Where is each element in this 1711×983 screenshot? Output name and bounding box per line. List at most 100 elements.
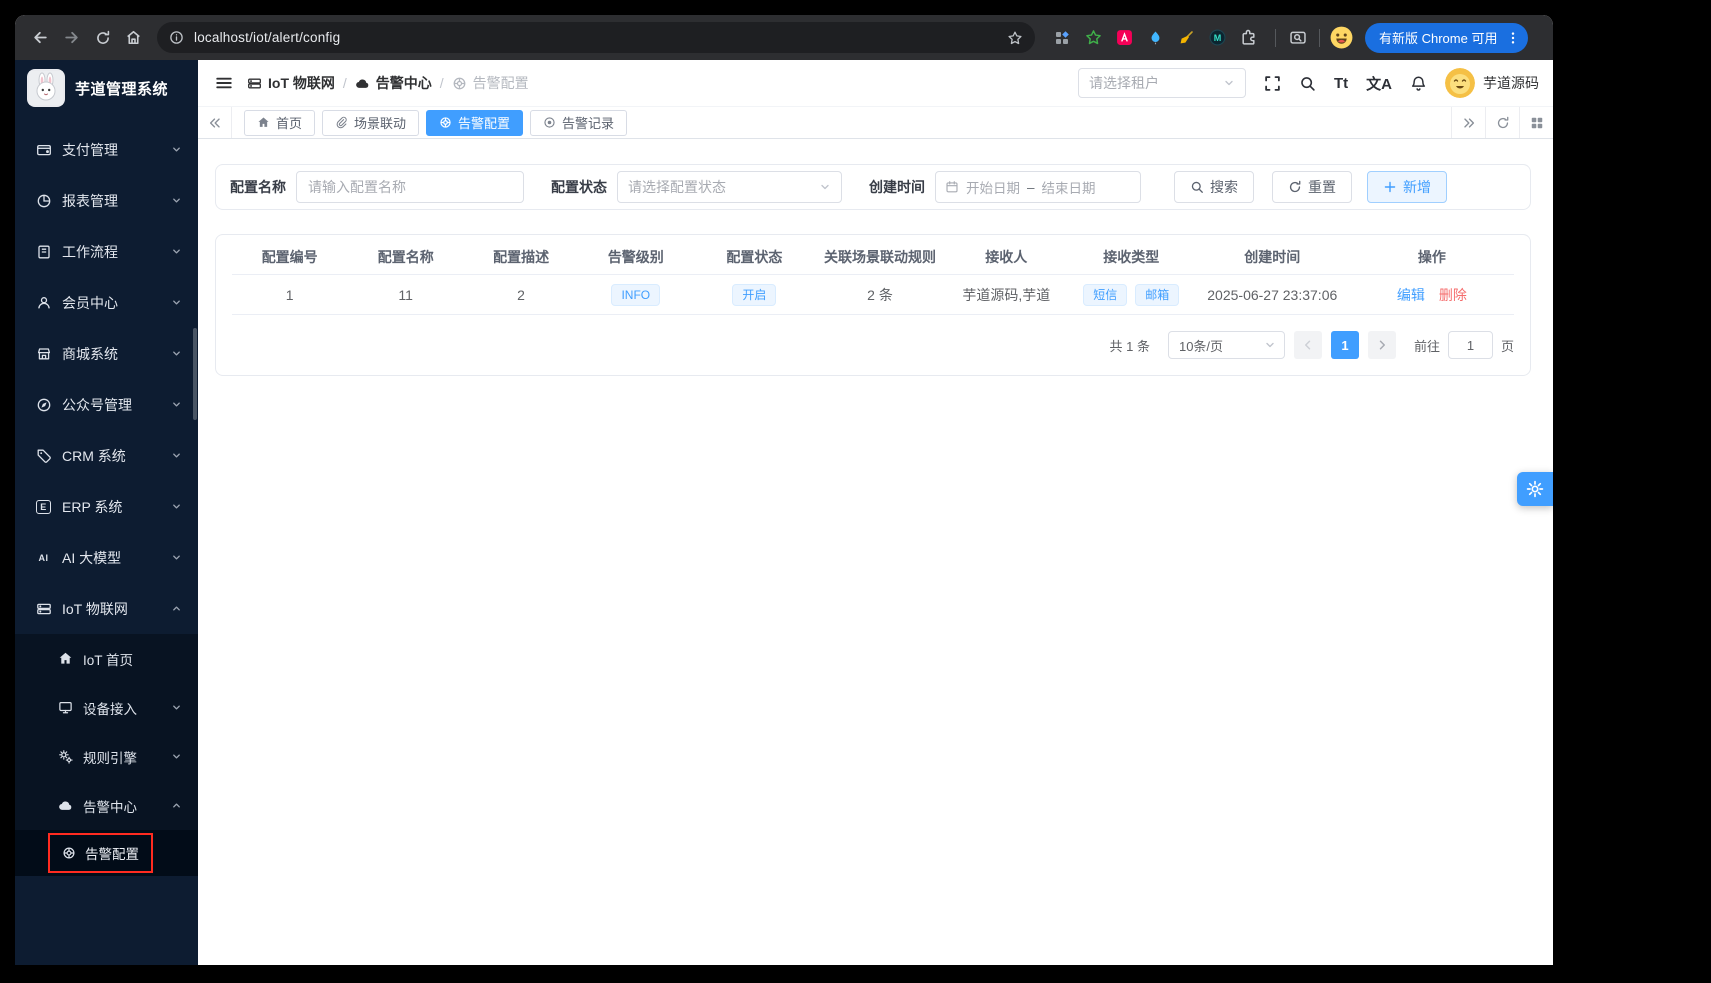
extensions-puzzle-icon[interactable] [1239, 29, 1257, 47]
url-text[interactable]: localhost/iot/alert/config [194, 30, 997, 45]
profile-avatar-icon[interactable] [1328, 24, 1355, 51]
chevron-down-icon [171, 195, 182, 206]
refresh-tab-icon[interactable] [1485, 107, 1519, 138]
sidebar-scrollbar[interactable] [193, 328, 197, 420]
collapse-menu-icon[interactable] [215, 74, 233, 92]
sidebar-item-erp[interactable]: E ERP 系统 [15, 481, 198, 532]
chevron-down-icon [171, 450, 182, 461]
tab-alert-config[interactable]: 告警配置 [426, 110, 523, 136]
edit-link[interactable]: 编辑 [1397, 285, 1425, 305]
config-name-input[interactable] [296, 171, 524, 203]
reset-button[interactable]: 重置 [1272, 171, 1352, 203]
back-icon[interactable] [27, 24, 54, 51]
app-title: 芋道管理系统 [75, 78, 168, 99]
sidebar-item-ai[interactable]: AI AI 大模型 [15, 532, 198, 583]
toolbar-divider [1275, 29, 1276, 47]
sidebar-item-report[interactable]: 报表管理 [15, 175, 198, 226]
sidebar-item-label: IoT 物联网 [62, 599, 161, 619]
extension-star-icon[interactable] [1084, 29, 1102, 47]
sidebar-item-iot-home[interactable]: IoT 首页 [15, 634, 198, 683]
erp-letter-icon: E [35, 500, 52, 514]
tab-scene-linkage[interactable]: 场景联动 [322, 110, 419, 136]
tab-label: 告警记录 [562, 113, 614, 132]
sidebar-item-official-account[interactable]: 公众号管理 [15, 379, 198, 430]
start-date-placeholder: 开始日期 [966, 177, 1020, 197]
app-frame: 芋道管理系统 支付管理 报表管理 工作流程 [15, 60, 1553, 965]
theme-settings-button[interactable] [1517, 472, 1553, 506]
cell-actions: 编辑 删除 [1350, 285, 1514, 305]
chrome-update-button[interactable]: 有新版 Chrome 可用 [1365, 23, 1528, 53]
layout-grid-icon[interactable] [1519, 107, 1553, 138]
extension-m-badge-icon[interactable]: M [1208, 29, 1226, 47]
server-icon [35, 601, 52, 617]
current-page-button[interactable]: 1 [1331, 331, 1359, 359]
sidebar-item-workflow[interactable]: 工作流程 [15, 226, 198, 277]
search-icon[interactable] [1299, 75, 1316, 92]
tabs-list: 首页 场景联动 告警配置 告警记录 [232, 107, 1451, 138]
calendar-icon [945, 180, 959, 194]
site-info-icon[interactable] [169, 30, 184, 45]
user-icon [35, 295, 52, 311]
tab-home[interactable]: 首页 [244, 110, 315, 136]
browser-window: localhost/iot/alert/config [15, 15, 1553, 965]
locale-icon[interactable]: 文A [1366, 73, 1392, 94]
sidebar-item-label: 设备接入 [83, 698, 162, 718]
cell-receivers: 芋道源码,芋道 [945, 285, 1068, 305]
sidebar-item-iot[interactable]: IoT 物联网 [15, 583, 198, 634]
sidebar-item-alert-config-active[interactable]: 告警配置 [15, 830, 198, 876]
date-range-picker[interactable]: 开始日期 – 结束日期 [935, 171, 1141, 203]
page-size-select[interactable]: 10条/页 [1168, 331, 1285, 359]
sidebar-item-device-access[interactable]: 设备接入 [15, 683, 198, 732]
fullscreen-icon[interactable] [1264, 75, 1281, 92]
breadcrumb-item-alert-center[interactable]: 告警中心 [355, 73, 432, 93]
sidebar-item-member[interactable]: 会员中心 [15, 277, 198, 328]
address-bar[interactable]: localhost/iot/alert/config [157, 22, 1035, 53]
sidebar-item-payment[interactable]: 支付管理 [15, 124, 198, 175]
column-header: 告警级别 [578, 247, 693, 267]
user-menu[interactable]: 芋道源码 [1445, 68, 1539, 98]
chevron-down-icon [171, 501, 182, 512]
chevron-down-icon [1223, 77, 1235, 89]
column-header: 接收人 [945, 247, 1068, 267]
extension-tiles-icon[interactable] [1053, 29, 1071, 47]
sidebar-item-alert-center[interactable]: 告警中心 [15, 781, 198, 830]
font-size-icon[interactable]: Tt [1334, 75, 1348, 92]
forward-icon[interactable] [58, 24, 85, 51]
chevron-down-icon [171, 246, 182, 257]
tabs-scroll-left-icon[interactable] [198, 107, 232, 138]
extension-gem-icon[interactable] [1146, 29, 1164, 47]
prev-page-button[interactable] [1294, 331, 1322, 359]
home-icon[interactable] [120, 24, 147, 51]
extension-translate-icon[interactable] [1115, 29, 1133, 47]
table-header-row: 配置编号 配置名称 配置描述 告警级别 配置状态 关联场景联动规则 接收人 接收… [232, 239, 1514, 275]
tab-label: 场景联动 [354, 113, 406, 132]
app-logo-row[interactable]: 芋道管理系统 [15, 60, 198, 116]
tabs-scroll-right-icon[interactable] [1451, 107, 1485, 138]
type-badge-email: 邮箱 [1135, 284, 1179, 306]
breadcrumb-item-iot[interactable]: IoT 物联网 [247, 73, 335, 93]
chevron-down-icon [1264, 339, 1276, 351]
sidebar-item-rule-engine[interactable]: 规则引擎 [15, 732, 198, 781]
reload-icon[interactable] [89, 24, 116, 51]
screen-search-icon[interactable] [1284, 24, 1311, 51]
tab-alert-record[interactable]: 告警记录 [530, 110, 627, 136]
bookmark-star-icon[interactable] [1007, 30, 1023, 46]
search-button[interactable]: 搜索 [1174, 171, 1254, 203]
bell-icon[interactable] [1410, 75, 1427, 92]
extension-broom-icon[interactable] [1177, 29, 1195, 47]
sidebar-item-mall[interactable]: 商城系统 [15, 328, 198, 379]
add-button[interactable]: 新增 [1367, 171, 1447, 203]
action-highlight-box: 告警配置 [48, 833, 153, 873]
table-row: 1 11 2 INFO 开启 2 条 芋道源码,芋道 短信 邮箱 2025-06 [232, 275, 1514, 315]
end-date-placeholder: 结束日期 [1042, 177, 1096, 197]
home-icon [257, 116, 270, 129]
goto-page-input[interactable] [1448, 331, 1493, 359]
sidebar-item-crm[interactable]: CRM 系统 [15, 430, 198, 481]
config-status-select[interactable]: 请选择配置状态 [617, 171, 842, 203]
chevron-down-icon [171, 751, 182, 762]
chevron-down-icon [171, 144, 182, 155]
delete-link[interactable]: 删除 [1439, 285, 1467, 305]
tenant-select[interactable]: 请选择租户 [1078, 68, 1246, 98]
next-page-button[interactable] [1368, 331, 1396, 359]
column-header: 配置状态 [694, 247, 816, 267]
